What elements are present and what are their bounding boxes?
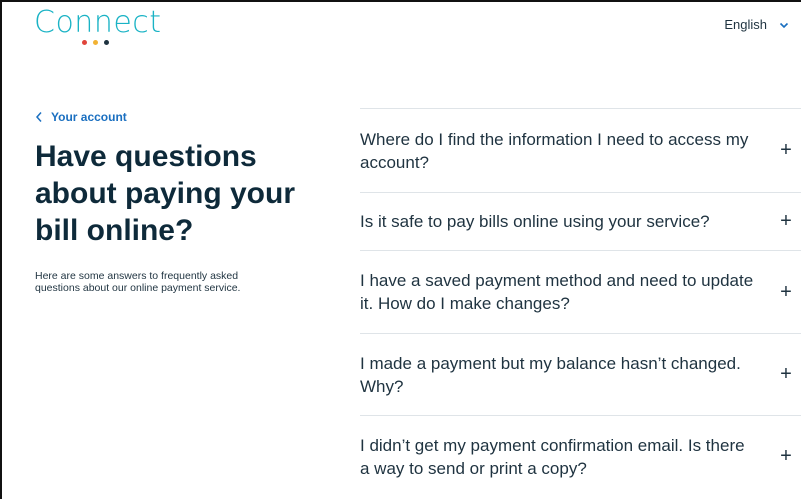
logo-dot-red <box>82 40 87 45</box>
expand-plus-icon[interactable]: + <box>777 210 795 233</box>
faq-item[interactable]: I didn’t get my payment confirmation ema… <box>360 415 801 497</box>
chevron-down-icon <box>779 22 789 28</box>
faq-question: I have a saved payment method and need t… <box>360 271 754 313</box>
faq-question: Where do I find the information I need t… <box>360 129 749 172</box>
page: Connect English Your account Have questi… <box>0 0 801 499</box>
faq-question: Is it safe to pay bills online using you… <box>360 212 710 231</box>
faq-question: I made a payment but my balance hasn’t c… <box>360 353 741 396</box>
logo-dots <box>82 40 109 45</box>
chevron-left-icon <box>35 112 42 122</box>
expand-plus-icon[interactable]: + <box>777 445 795 468</box>
faq-item[interactable]: I made a payment but my balance hasn’t c… <box>360 333 801 415</box>
back-link-label: Your account <box>51 110 127 124</box>
intro-text: Here are some answers to frequently aske… <box>35 270 241 294</box>
expand-plus-icon[interactable]: + <box>777 281 795 304</box>
expand-plus-icon[interactable]: + <box>777 363 795 386</box>
back-link[interactable]: Your account <box>35 110 127 124</box>
logo-dot-yellow <box>93 40 98 45</box>
expand-plus-icon[interactable]: + <box>777 139 795 162</box>
faq-question: I didn’t get my payment confirmation ema… <box>360 435 745 478</box>
faq-item[interactable]: Where do I find the information I need t… <box>360 108 801 192</box>
connect-logo[interactable]: Connect <box>34 6 174 48</box>
language-selector[interactable]: English <box>724 17 789 32</box>
logo-text: Connect <box>34 5 162 40</box>
logo-dot-navy <box>104 40 109 45</box>
page-title: Have questions about paying your bill on… <box>35 140 296 247</box>
faq-list: Where do I find the information I need t… <box>360 108 801 497</box>
faq-item[interactable]: I have a saved payment method and need t… <box>360 250 801 333</box>
language-label: English <box>724 17 767 32</box>
faq-item[interactable]: Is it safe to pay bills online using you… <box>360 192 801 250</box>
